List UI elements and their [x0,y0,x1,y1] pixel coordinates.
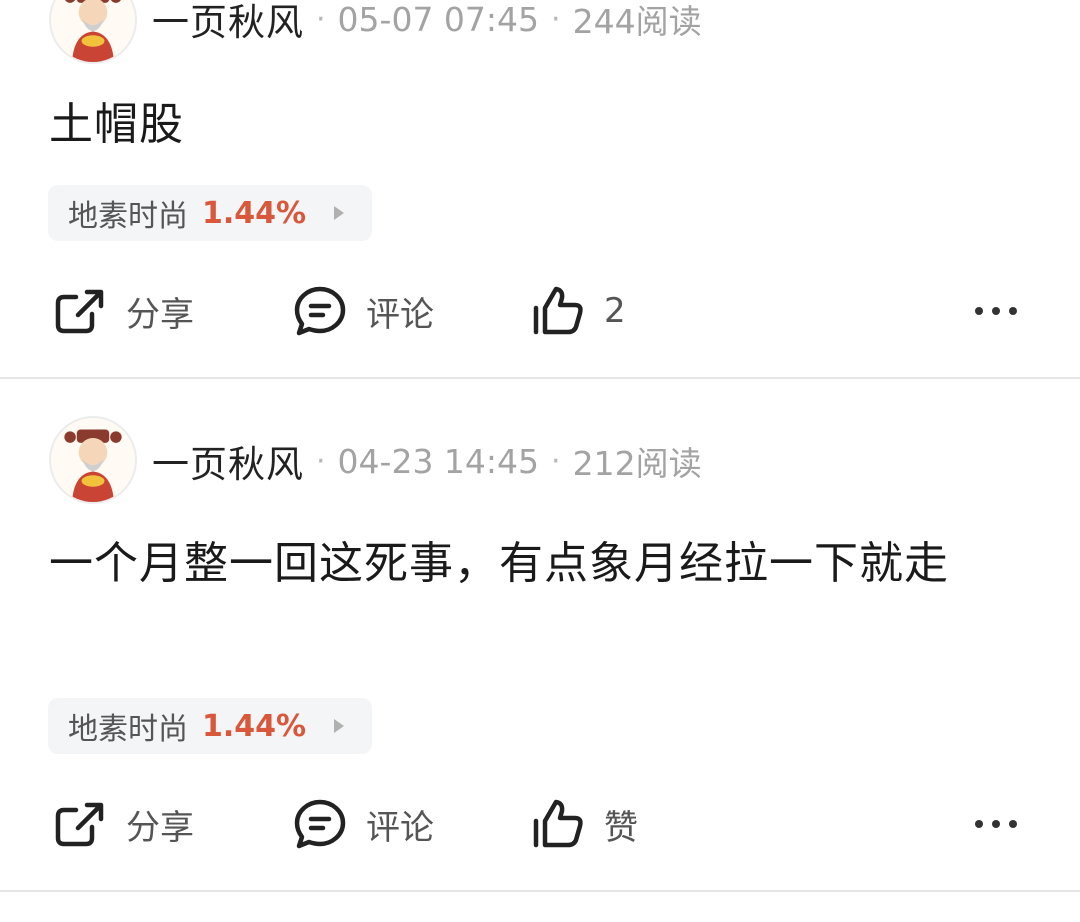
share-label: 分享 [126,807,194,848]
post-content[interactable]: 一个月整一回这死事，有点象月经拉一下就走 [49,531,1039,597]
stock-change: 1.44% [202,195,307,231]
author-name[interactable]: 一页秋风 [152,0,304,46]
god-of-wealth-icon [51,0,135,62]
post-actions: 分享 评论 2 [0,276,1080,346]
play-arrow-icon [334,719,345,733]
thumbs-up-icon [533,799,583,848]
like-button[interactable]: 2 [530,276,626,346]
post-divider [0,377,1080,379]
post-content[interactable]: 土帽股 [49,92,1039,158]
post-divider [0,890,1080,892]
author-name[interactable]: 一页秋风 [152,434,304,488]
thumbs-up-icon [533,286,583,335]
stock-change: 1.44% [202,708,307,744]
share-button[interactable]: 分享 [52,789,194,859]
like-button[interactable]: 赞 [530,789,638,859]
comment-button[interactable]: 评论 [292,789,434,859]
post-card: 一页秋风 · 05-07 07:45 · 244阅读 土帽股 地素时尚 1.44… [0,0,1080,378]
read-count: 212阅读 [572,444,702,483]
share-button[interactable]: 分享 [52,276,194,346]
post-meta: 一页秋风 · 04-23 14:45 · 212阅读 [152,434,702,488]
comment-button[interactable]: 评论 [292,276,434,346]
post-date: 04-23 14:45 [337,441,540,481]
post-feed: 一页秋风 · 05-07 07:45 · 244阅读 土帽股 地素时尚 1.44… [0,0,1080,922]
share-icon [55,802,104,847]
like-label: 赞 [604,807,638,848]
post-card: 一页秋风 · 04-23 14:45 · 212阅读 一个月整一回这死事，有点象… [0,380,1080,890]
more-icon [975,276,1017,346]
meta-separator: · [551,443,561,479]
stock-name: 地素时尚 [68,712,188,747]
more-button[interactable] [975,789,1017,859]
stock-name: 地素时尚 [68,199,188,234]
more-button[interactable] [975,276,1017,346]
post-meta: 一页秋风 · 05-07 07:45 · 244阅读 [152,0,702,44]
comment-label: 评论 [366,807,434,848]
comment-icon [294,286,346,336]
meta-separator: · [551,1,561,37]
more-icon [975,789,1017,859]
god-of-wealth-icon [51,418,135,502]
post-date: 05-07 07:45 [337,0,540,39]
share-label: 分享 [126,294,194,335]
meta-separator: · [316,443,326,479]
stock-tag[interactable]: 地素时尚 1.44% [48,185,372,241]
comment-label: 评论 [366,294,434,335]
comment-icon [294,799,346,849]
meta-separator: · [316,1,326,37]
share-icon [55,289,104,334]
stock-tag[interactable]: 地素时尚 1.44% [48,698,372,754]
like-count: 2 [604,291,626,331]
user-avatar[interactable] [49,0,137,64]
read-count: 244阅读 [572,2,702,41]
post-actions: 分享 评论 赞 [0,789,1080,859]
play-arrow-icon [334,206,345,220]
user-avatar[interactable] [49,416,137,504]
